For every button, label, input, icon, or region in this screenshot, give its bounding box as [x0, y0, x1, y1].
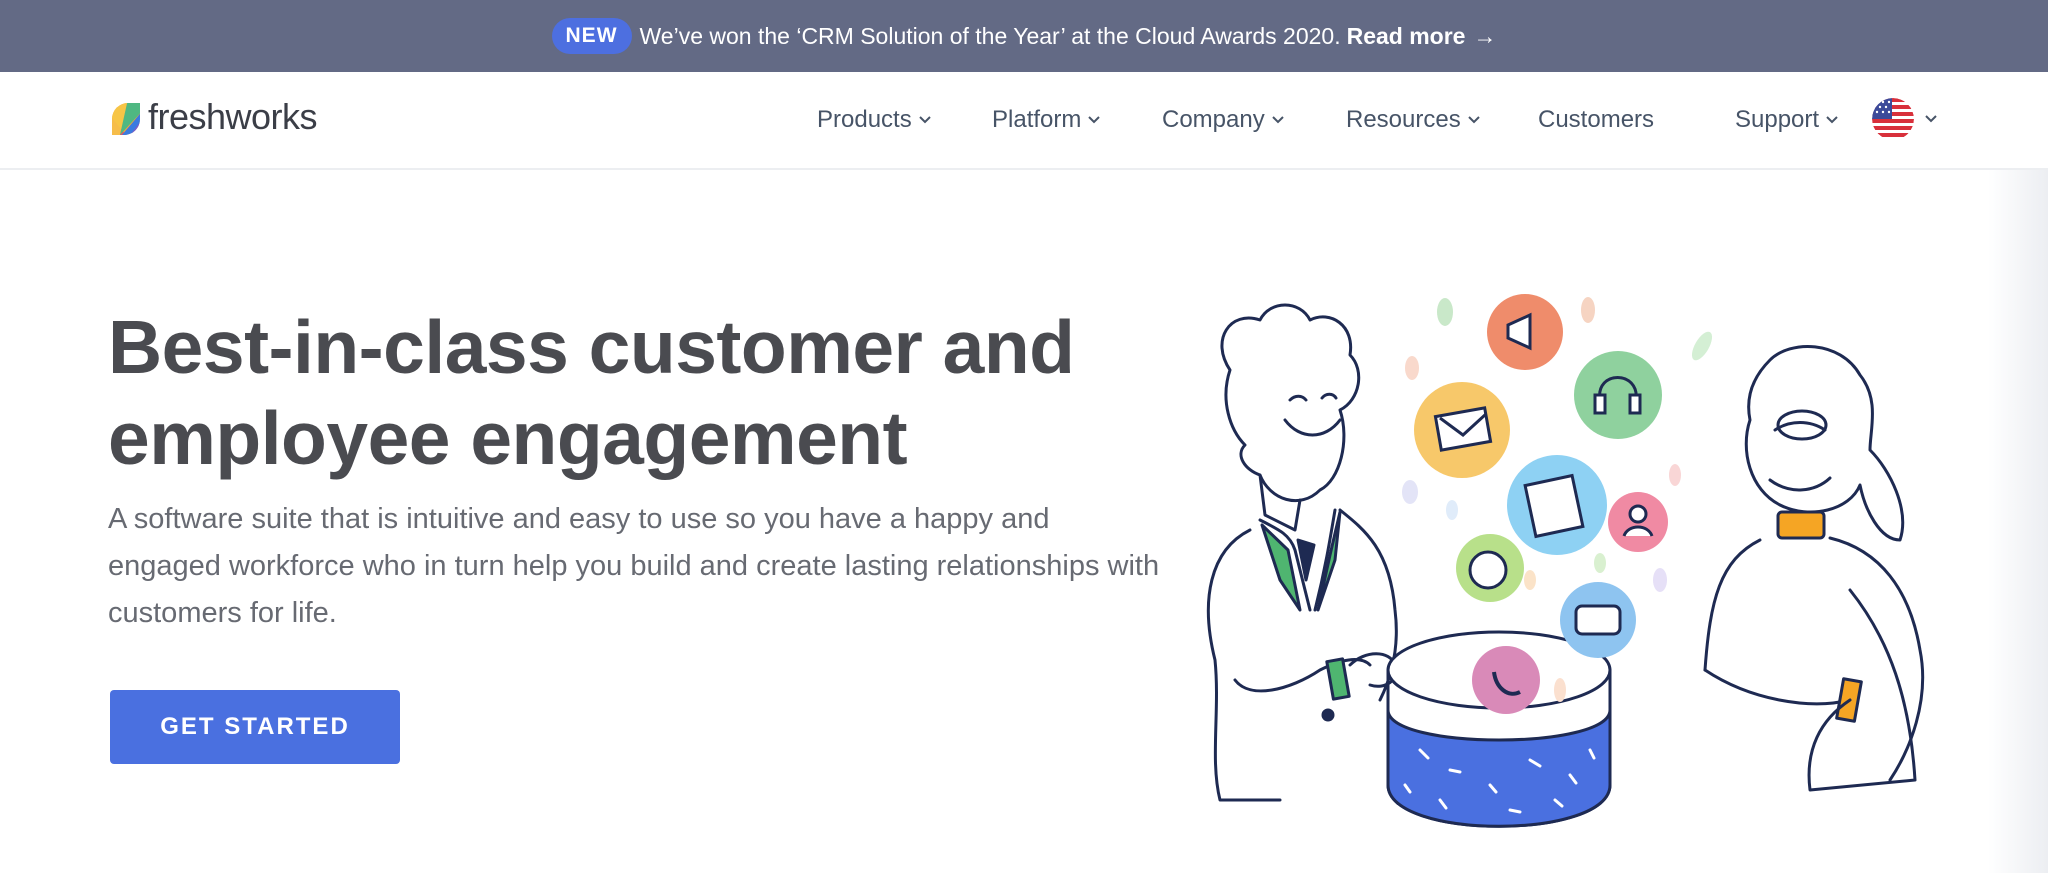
nav-label: Products: [817, 106, 912, 133]
announcement-text: We’ve won the ‘CRM Solution of the Year’…: [639, 22, 1341, 49]
hero-illustration: [1206, 294, 1925, 828]
nav-company[interactable]: Company: [1162, 106, 1285, 134]
nav-resources[interactable]: Resources: [1346, 106, 1481, 134]
new-badge: NEW: [551, 18, 632, 54]
nav-platform[interactable]: Platform: [992, 106, 1101, 134]
freshworks-logo-icon: [112, 103, 140, 135]
chevron-down-icon: [1272, 116, 1284, 124]
nav-label: Resources: [1346, 106, 1461, 133]
hero-subtitle: A software suite that is intuitive and e…: [108, 503, 1160, 629]
read-more-link[interactable]: Read more →: [1347, 23, 1497, 50]
nav-label: Support: [1735, 106, 1820, 133]
nav-label: Company: [1162, 106, 1265, 133]
nav-customers[interactable]: Customers: [1538, 106, 1654, 134]
read-more-label[interactable]: Read more: [1347, 23, 1466, 49]
announcement-bar: NEW We’ve won the ‘CRM Solution of the Y…: [0, 0, 2048, 72]
freshworks-logo[interactable]: freshworks: [108, 96, 318, 138]
site-header: freshworks Products Platform Company Res…: [0, 72, 2048, 170]
woman-figure-illustration: [1703, 345, 1925, 792]
man-figure-illustration: [1206, 303, 1398, 802]
chevron-down-icon: [1826, 116, 1838, 124]
get-started-button[interactable]: GET STARTED: [110, 690, 400, 764]
hero-title: Best-in-class customer and employee enga…: [108, 302, 1108, 484]
us-flag-icon: [1872, 98, 1914, 140]
chevron-down-icon: [919, 116, 931, 124]
nav-products[interactable]: Products: [817, 106, 932, 134]
nav-label: Platform: [992, 106, 1082, 133]
chevron-down-icon: [1468, 116, 1480, 124]
hero-title-line-2: employee engagement: [108, 396, 908, 480]
logo-text: freshworks: [148, 96, 318, 137]
arrow-right-icon: →: [1473, 22, 1497, 49]
chevron-down-icon: [1088, 116, 1101, 124]
chevron-down-icon: [1925, 115, 1937, 123]
locale-selector[interactable]: [1872, 98, 1938, 140]
nav-label: Customers: [1538, 106, 1655, 133]
hero-title-line-1: Best-in-class customer and: [108, 305, 1075, 389]
nav-support[interactable]: Support: [1735, 106, 1839, 134]
